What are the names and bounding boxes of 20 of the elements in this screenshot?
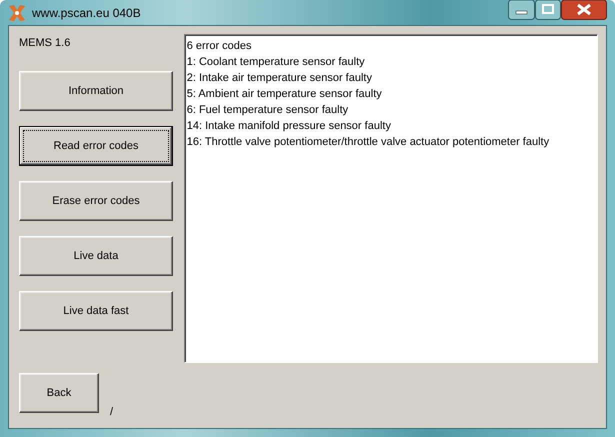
output-line: 16: Throttle valve potentiometer/throttle valve actuator potentiometer faulty	[186, 135, 550, 150]
back-button[interactable]: Back	[19, 373, 99, 413]
output-line: 5: Ambient air temperature sensor faulty	[186, 87, 383, 102]
output-line: 6 error codes	[186, 39, 253, 54]
minimize-button[interactable]	[508, 0, 535, 20]
maximize-button[interactable]	[535, 0, 561, 20]
output-line: 2: Intake air temperature sensor faulty	[186, 71, 373, 86]
menu-button[interactable]: Read error codes	[19, 126, 173, 166]
menu-button[interactable]: Live data fast	[19, 291, 173, 331]
version-label: MEMS 1.6	[19, 37, 72, 51]
menu-button[interactable]: Erase error codes	[19, 181, 173, 221]
app-logo-icon	[8, 4, 26, 22]
status-text: /	[110, 406, 114, 418]
output-line: 1: Coolant temperature sensor faulty	[186, 55, 366, 70]
output-line: 6: Fuel temperature sensor faulty	[186, 103, 350, 118]
menu-button[interactable]: Live data	[19, 236, 173, 276]
output-line: 14: Intake manifold pressure sensor faulty	[186, 119, 392, 134]
close-button[interactable]	[561, 0, 607, 20]
menu-button[interactable]: Information	[19, 71, 173, 111]
window-title: www.pscan.eu 040B	[32, 6, 141, 20]
